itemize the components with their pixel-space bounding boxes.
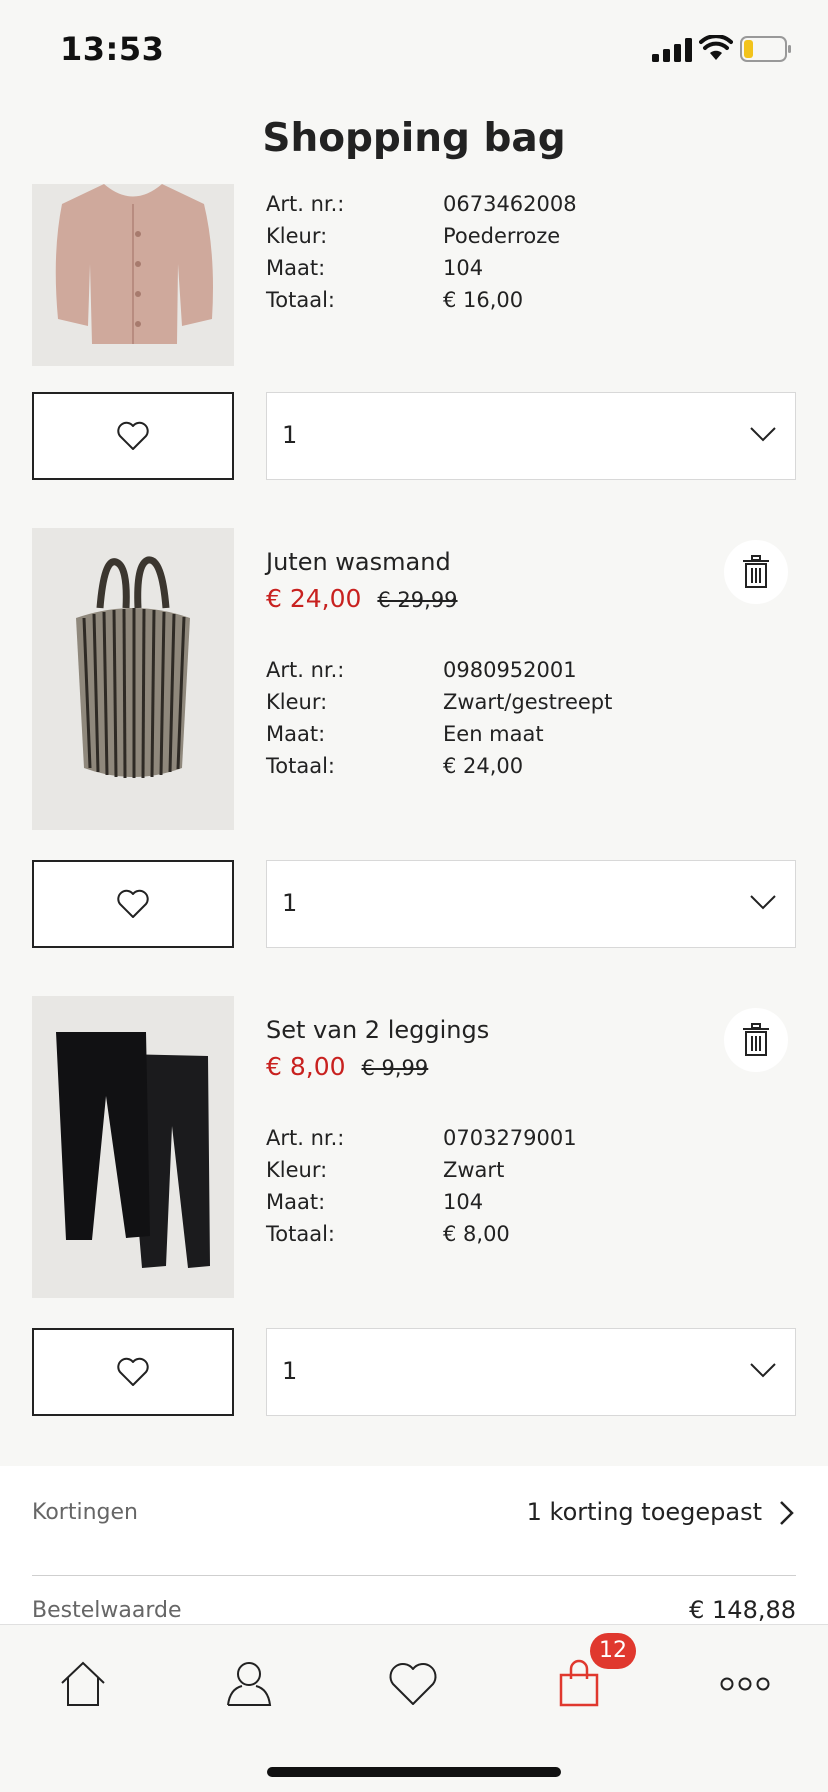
detail-size: Maat: Een maat	[266, 722, 786, 754]
add-to-favorites-button[interactable]	[32, 1328, 234, 1416]
art-nr-value: 0673462008	[443, 192, 577, 216]
tab-home[interactable]	[48, 1649, 118, 1719]
total-value: € 16,00	[443, 288, 524, 312]
quantity-value: 1	[282, 889, 298, 917]
detail-size: Maat: 104	[266, 256, 786, 288]
tab-favorites[interactable]	[378, 1649, 448, 1719]
tab-more[interactable]	[710, 1649, 780, 1719]
chevron-down-icon	[750, 427, 776, 442]
art-nr-label: Art. nr.:	[266, 192, 345, 216]
detail-total: Totaal: € 8,00	[266, 1222, 786, 1254]
more-icon	[720, 1677, 770, 1691]
heart-icon	[117, 421, 149, 450]
total-label: Totaal:	[266, 754, 335, 778]
home-icon	[61, 1661, 105, 1706]
page-title: Shopping bag	[262, 116, 566, 161]
color-value: Zwart/gestreept	[443, 690, 613, 714]
detail-art-nr: Art. nr.: 0703279001	[266, 1126, 786, 1158]
color-label: Kleur:	[266, 1158, 328, 1182]
price-row: € 24,00 € 29,99	[266, 584, 458, 613]
bottom-tab-bar: 12	[0, 1624, 828, 1792]
product-name[interactable]: Set van 2 leggings	[266, 1016, 489, 1044]
battery-icon	[740, 36, 791, 62]
order-value: € 148,88	[689, 1596, 796, 1624]
price-row: € 8,00 € 9,99	[266, 1052, 428, 1081]
product-details: Art. nr.: 0980952001 Kleur: Zwart/gestre…	[266, 658, 786, 786]
page-header: Shopping bag	[0, 100, 828, 184]
detail-art-nr: Art. nr.: 0673462008	[266, 192, 786, 224]
product-details: Art. nr.: 0703279001 Kleur: Zwart Maat: …	[266, 1126, 786, 1254]
detail-color: Kleur: Poederroze	[266, 224, 786, 256]
art-nr-value: 0980952001	[443, 658, 577, 682]
size-value: Een maat	[443, 722, 544, 746]
quantity-value: 1	[282, 421, 298, 449]
wifi-icon	[699, 35, 733, 60]
color-value: Zwart	[443, 1158, 505, 1182]
quantity-select[interactable]: 1	[266, 860, 796, 948]
art-nr-label: Art. nr.:	[266, 1126, 345, 1150]
color-label: Kleur:	[266, 224, 328, 248]
size-label: Maat:	[266, 256, 326, 280]
status-time: 13:53	[60, 30, 165, 68]
discounts-row[interactable]: Kortingen 1 korting toegepast	[32, 1466, 796, 1576]
heart-icon	[117, 889, 149, 918]
tab-account[interactable]	[214, 1649, 284, 1719]
product-name[interactable]: Juten wasmand	[266, 548, 451, 576]
art-nr-label: Art. nr.:	[266, 658, 345, 682]
order-value-label: Bestelwaarde	[32, 1598, 182, 1623]
color-label: Kleur:	[266, 690, 328, 714]
bag-content[interactable]: Art. nr.: 0673462008 Kleur: Poederroze M…	[0, 184, 828, 1624]
total-label: Totaal:	[266, 288, 335, 312]
home-indicator[interactable]	[267, 1767, 561, 1777]
product-image[interactable]	[32, 528, 234, 830]
total-value: € 8,00	[443, 1222, 510, 1246]
size-value: 104	[443, 1190, 484, 1214]
chevron-right-icon	[780, 1501, 794, 1525]
total-label: Totaal:	[266, 1222, 335, 1246]
account-icon	[227, 1662, 272, 1706]
discounts-value: 1 korting toegepast	[526, 1498, 762, 1526]
original-price: € 29,99	[377, 588, 458, 612]
heart-icon	[117, 1357, 149, 1386]
size-label: Maat:	[266, 1190, 326, 1214]
cardigan-image	[32, 184, 234, 366]
detail-total: Totaal: € 16,00	[266, 288, 786, 320]
add-to-favorites-button[interactable]	[32, 860, 234, 948]
cellular-signal-icon	[652, 38, 692, 62]
sale-price: € 8,00	[266, 1052, 346, 1081]
bag-count-badge: 12	[590, 1633, 636, 1669]
add-to-favorites-button[interactable]	[32, 392, 234, 480]
size-label: Maat:	[266, 722, 326, 746]
product-image[interactable]	[32, 184, 234, 366]
original-price: € 9,99	[361, 1056, 429, 1080]
total-value: € 24,00	[443, 754, 524, 778]
detail-color: Kleur: Zwart/gestreept	[266, 690, 786, 722]
chevron-down-icon	[750, 895, 776, 910]
sale-price: € 24,00	[266, 584, 362, 613]
size-value: 104	[443, 256, 484, 280]
detail-color: Kleur: Zwart	[266, 1158, 786, 1190]
trash-icon	[743, 555, 769, 588]
color-value: Poederroze	[443, 224, 561, 248]
quantity-select[interactable]: 1	[266, 1328, 796, 1416]
remove-item-button[interactable]	[724, 1008, 788, 1072]
product-image[interactable]	[32, 996, 234, 1298]
discounts-label: Kortingen	[32, 1500, 138, 1525]
bag-icon	[559, 1659, 599, 1707]
remove-item-button[interactable]	[724, 540, 788, 604]
detail-size: Maat: 104	[266, 1190, 786, 1222]
product-details: Art. nr.: 0673462008 Kleur: Poederroze M…	[266, 192, 786, 320]
art-nr-value: 0703279001	[443, 1126, 577, 1150]
leggings-image	[32, 996, 234, 1298]
order-summary: Kortingen 1 korting toegepast Bestelwaar…	[0, 1466, 828, 1624]
quantity-select[interactable]: 1	[266, 392, 796, 480]
detail-art-nr: Art. nr.: 0980952001	[266, 658, 786, 690]
chevron-down-icon	[750, 1363, 776, 1378]
quantity-value: 1	[282, 1357, 298, 1385]
status-bar: 13:53	[0, 0, 828, 100]
basket-image	[32, 528, 234, 830]
trash-icon	[743, 1023, 769, 1056]
detail-total: Totaal: € 24,00	[266, 754, 786, 786]
favorites-icon	[389, 1663, 437, 1705]
